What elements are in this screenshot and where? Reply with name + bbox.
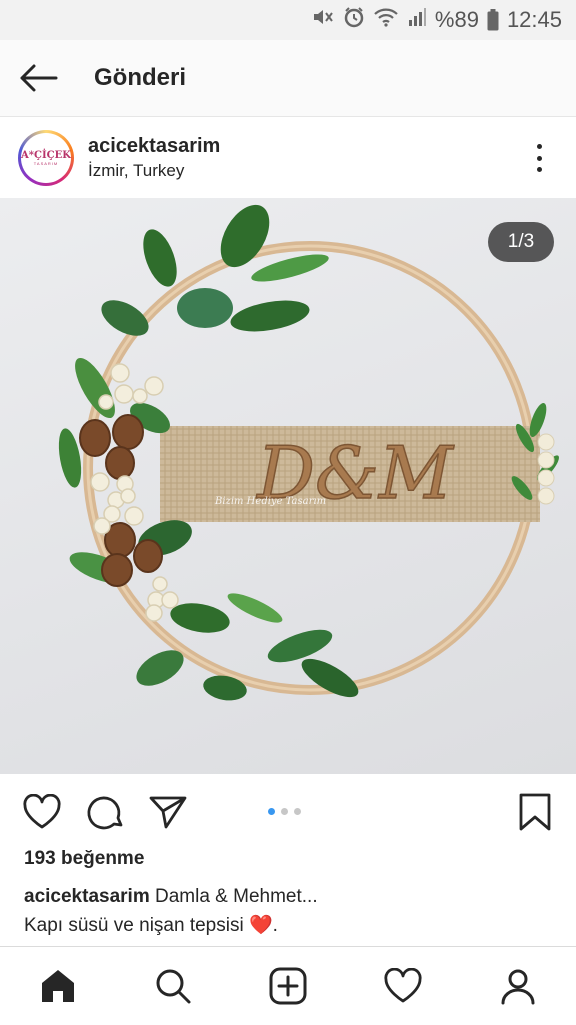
page-title: Gönderi — [94, 64, 187, 91]
post-actions — [0, 776, 576, 846]
post-caption: acicektasarim Damla & Mehmet... Kapı süs… — [24, 882, 554, 940]
carousel-indicator — [268, 808, 301, 815]
wifi-icon — [373, 6, 399, 34]
avatar-logo: A*ÇİÇEK TASARIM — [21, 133, 71, 183]
caption-end: . — [272, 915, 278, 936]
search-icon — [156, 969, 191, 1004]
location-link[interactable]: İzmir, Turkey — [88, 161, 220, 181]
arrow-left-icon — [20, 64, 58, 92]
wreath-illustration: D&M Bizim Hediye Tasarım — [58, 204, 559, 701]
nav-activity[interactable] — [373, 956, 433, 1016]
nav-new-post[interactable] — [258, 956, 318, 1016]
nav-search[interactable] — [143, 956, 203, 1016]
carousel-dot — [281, 808, 288, 815]
alarm-icon — [343, 6, 365, 34]
heart-icon — [384, 968, 422, 1003]
like-button[interactable] — [22, 792, 62, 832]
bookmark-icon — [519, 793, 551, 831]
add-post-icon — [269, 967, 307, 1005]
carousel-dot — [294, 808, 301, 815]
more-dot-icon — [536, 144, 542, 149]
home-icon — [41, 970, 74, 1002]
caption-line-1: Damla & Mehmet... — [155, 886, 318, 907]
battery-percent: %89 — [434, 7, 479, 32]
caption-username[interactable]: acicektasarim — [24, 886, 150, 907]
more-options-button[interactable] — [524, 140, 554, 176]
save-button[interactable] — [515, 792, 555, 832]
signal-icon — [407, 7, 427, 33]
heart-icon — [23, 794, 61, 829]
more-dot-icon — [536, 167, 542, 172]
status-bar: %89 12:45 — [0, 0, 576, 40]
avatar-logo-subtext: TASARIM — [33, 160, 59, 166]
username-link[interactable]: acicektasarim — [88, 135, 220, 158]
profile-icon — [501, 969, 535, 1005]
carousel-dot — [268, 808, 275, 815]
image-counter-badge: 1/3 — [488, 222, 554, 262]
avatar-logo-text: A*ÇİÇEK — [21, 149, 71, 161]
post-image[interactable]: D&M Bizim Hediye Tasarım 1/3 — [0, 198, 576, 774]
watermark-text: Bizim Hediye Tasarım — [214, 496, 326, 507]
battery-icon — [487, 9, 499, 31]
send-icon — [149, 796, 187, 829]
clock: 12:45 — [506, 7, 562, 32]
share-button[interactable] — [148, 792, 188, 832]
mute-icon — [311, 6, 335, 34]
user-info: acicektasarim İzmir, Turkey — [88, 135, 220, 181]
nav-profile[interactable] — [488, 956, 548, 1016]
app-header: Gönderi — [0, 40, 576, 117]
heart-emoji-icon: ❤️ — [248, 915, 273, 936]
post-header: A*ÇİÇEK TASARIM acicektasarim İzmir, Tur… — [0, 118, 576, 198]
nav-home[interactable] — [28, 956, 88, 1016]
back-button[interactable] — [0, 40, 76, 116]
bottom-navigation — [0, 946, 576, 1025]
more-dot-icon — [536, 155, 542, 161]
comment-button[interactable] — [86, 792, 126, 832]
caption-line-2: Kapı süsü ve nişan tepsisi — [24, 915, 244, 936]
like-count[interactable]: 193 beğenme — [24, 848, 144, 870]
avatar[interactable]: A*ÇİÇEK TASARIM — [18, 130, 74, 186]
comment-icon — [87, 796, 123, 830]
